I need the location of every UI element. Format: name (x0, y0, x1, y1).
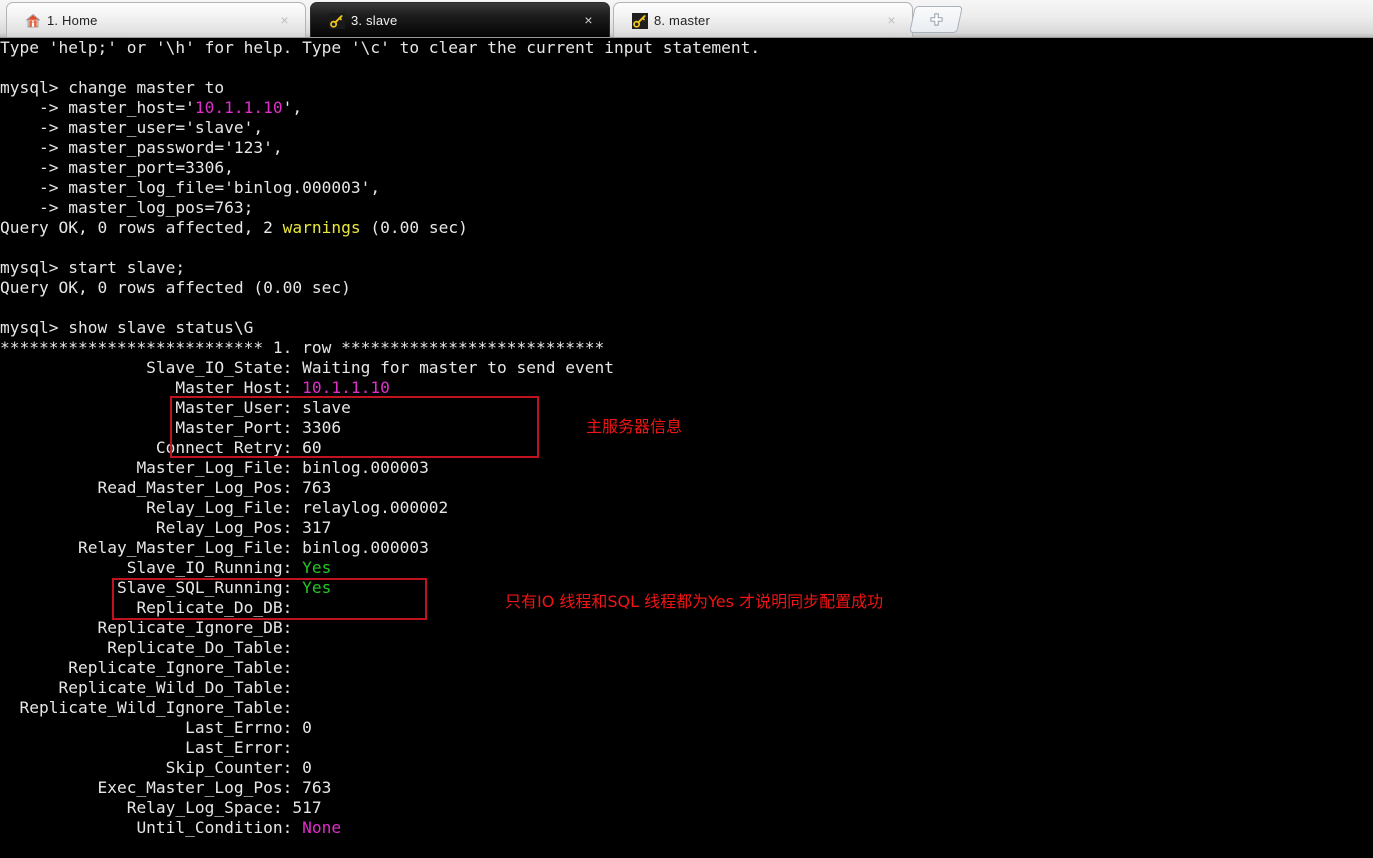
terminal-line: -> master_log_pos=763; (0, 198, 254, 217)
terminal-line: Replicate_Wild_Do_Table: (0, 678, 293, 697)
terminal-line: Skip_Counter: 0 (0, 758, 312, 777)
terminal-line: -> master_log_file='binlog.000003', (0, 178, 381, 197)
terminal-line: mysql> show slave status\G (0, 318, 254, 337)
new-tab-button[interactable] (909, 6, 963, 33)
terminal-line: Last_Error: (0, 738, 293, 757)
annotation-sync-success: 只有IO 线程和SQL 线程都为Yes 才说明同步配置成功 (505, 592, 884, 611)
tab-close-icon[interactable]: × (278, 13, 291, 27)
terminal-line: Until_Condition: None (0, 818, 342, 837)
session-key-icon (329, 12, 345, 29)
terminal-line: Replicate_Ignore_Table: (0, 658, 293, 677)
terminal-text: Type 'help;' or '\h' for help. Type '\c'… (0, 38, 760, 838)
terminal-line: -> master_host='10.1.1.10', (0, 98, 303, 117)
tab-label: 3. slave (351, 13, 398, 28)
tab-slave[interactable]: 3. slave × (310, 2, 610, 37)
terminal-line: Slave_IO_Running: Yes (0, 558, 332, 577)
terminal-line: Master_Log_File: binlog.000003 (0, 458, 429, 477)
terminal-line: Relay_Master_Log_File: binlog.000003 (0, 538, 429, 557)
tab-label: 8. master (654, 13, 710, 28)
terminal-line: Replicate_Do_Table: (0, 638, 293, 657)
terminal-line: Query OK, 0 rows affected, 2 warnings (0… (0, 218, 468, 237)
session-key-icon (632, 12, 648, 29)
tab-bar: 1. Home × 3. slave × 8. master × (0, 0, 1373, 38)
tab-master[interactable]: 8. master × (613, 2, 913, 37)
terminal-line: Replicate_Ignore_DB: (0, 618, 293, 637)
terminal-line: Type 'help;' or '\h' for help. Type '\c'… (0, 38, 761, 57)
terminal-line: Exec_Master_Log_Pos: 763 (0, 778, 332, 797)
annotation-master-info: 主服务器信息 (586, 417, 683, 436)
terminal-line: -> master_port=3306, (0, 158, 234, 177)
terminal-line: Last_Errno: 0 (0, 718, 312, 737)
terminal-line: Read_Master_Log_Pos: 763 (0, 478, 332, 497)
terminal-line: Query OK, 0 rows affected (0.00 sec) (0, 278, 351, 297)
terminal-line: Connect_Retry: 60 (0, 438, 322, 457)
terminal-line: Relay_Log_Pos: 317 (0, 518, 332, 537)
tab-label: 1. Home (47, 13, 98, 28)
terminal-line: mysql> start slave; (0, 258, 186, 277)
terminal-line: -> master_password='123', (0, 138, 283, 157)
terminal-screen[interactable]: Type 'help;' or '\h' for help. Type '\c'… (0, 38, 1373, 858)
plus-icon (929, 13, 943, 26)
terminal-line: Relay_Log_File: relaylog.000002 (0, 498, 449, 517)
terminal-line: mysql> change master to (0, 78, 225, 97)
terminal-line: Relay_Log_Space: 517 (0, 798, 322, 817)
terminal-line: -> master_user='slave', (0, 118, 264, 137)
tab-close-icon[interactable]: × (885, 13, 898, 27)
home-icon (25, 13, 41, 27)
terminal-line: Master_Host: 10.1.1.10 (0, 378, 390, 397)
terminal-line: Replicate_Wild_Ignore_Table: (0, 698, 293, 717)
tab-close-icon[interactable]: × (582, 13, 595, 27)
terminal-line: *************************** 1. row *****… (0, 338, 605, 357)
terminal-line: Slave_IO_State: Waiting for master to se… (0, 358, 614, 377)
tab-home[interactable]: 1. Home × (6, 2, 306, 37)
